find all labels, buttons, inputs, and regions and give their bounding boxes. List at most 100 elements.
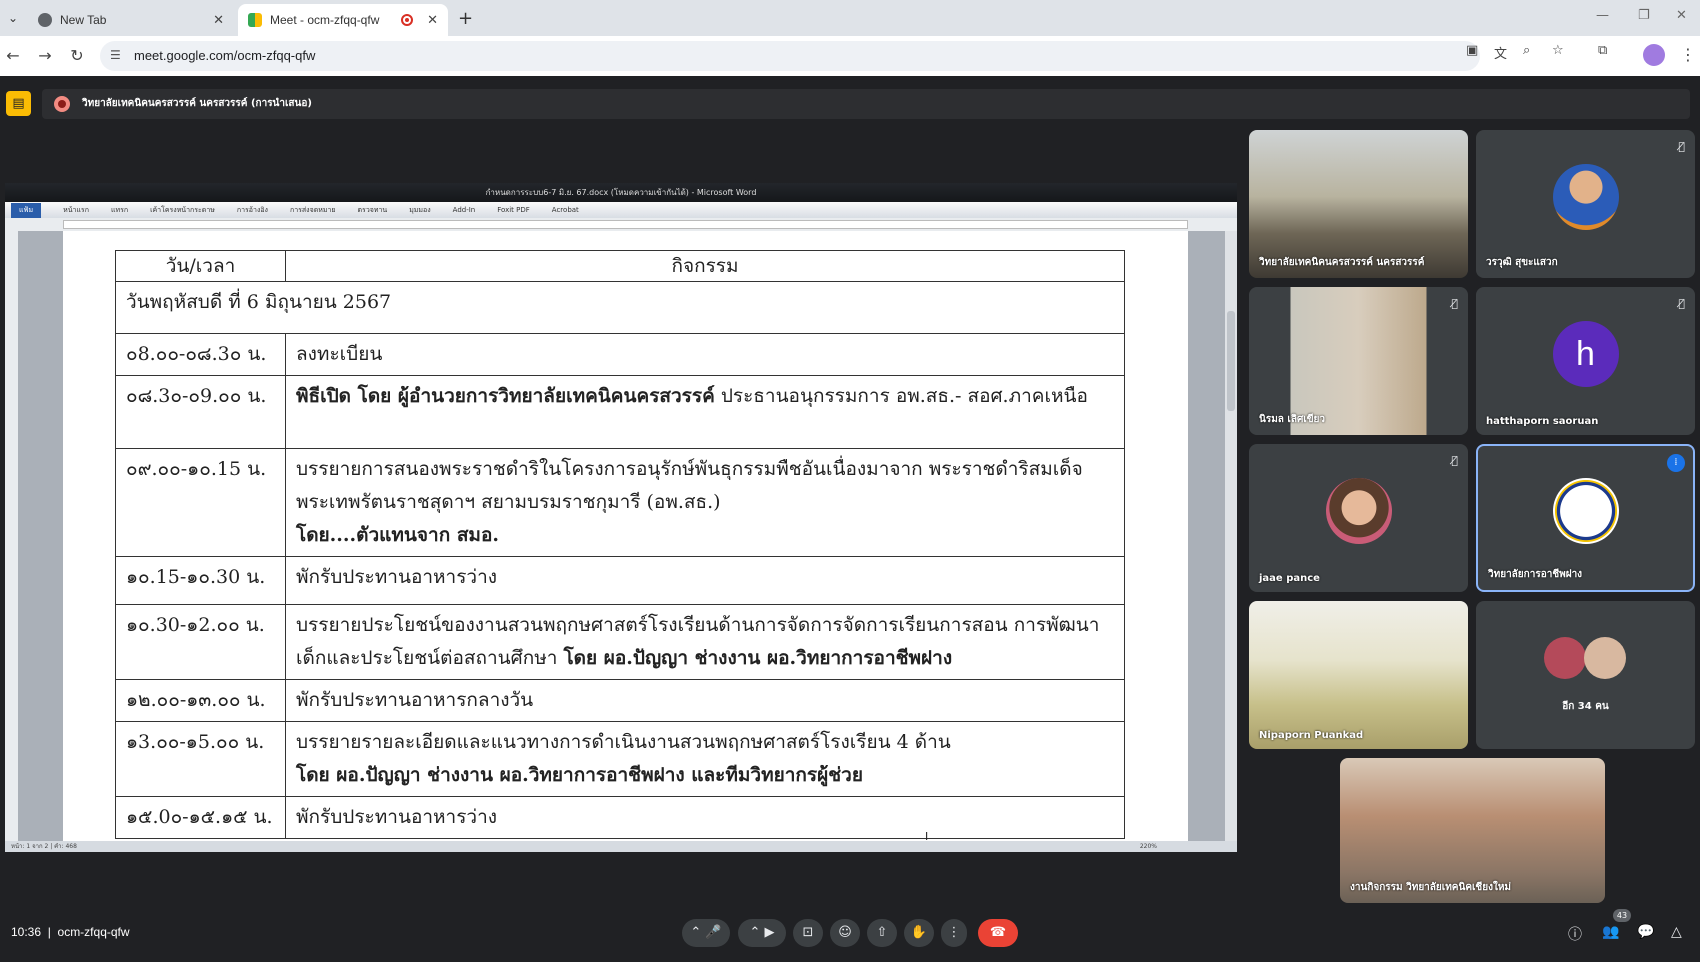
participant-avatar [1544, 637, 1586, 679]
word-zoom: 220% [1139, 843, 1157, 850]
tab-new-tab[interactable]: New Tab ✕ [28, 4, 234, 36]
people-icon[interactable]: 👥 [1602, 924, 1619, 940]
time-cell: ๐8.๐๐-๐๘.3๐ น. [115, 333, 286, 376]
translate-icon[interactable]: 文 [1494, 43, 1507, 62]
table-row: ๑๒.๐๐-๑๓.๐๐ น. พักรับประทานอาหารกลางวัน [115, 679, 1125, 722]
clock: 10:36 [11, 925, 42, 939]
reload-icon[interactable]: ↻ [66, 45, 88, 67]
url-text: meet.google.com/ocm-zfqq-qfw [134, 48, 316, 63]
activities-icon[interactable]: △ [1671, 924, 1682, 940]
word-ribbon: แฟ้ม หน้าแรก แทรก เค้าโครงหน้ากระดาษ การ… [5, 202, 1237, 218]
mic-button[interactable]: ⌃ 🎤 [682, 919, 730, 947]
participant-name: hatthaporn saoruan [1486, 416, 1599, 427]
captions-button[interactable]: ⊡ [793, 919, 823, 947]
presenter-avatar [54, 96, 70, 112]
time-cell: ๑3.๐๐-๑5.๐๐ น. [115, 721, 286, 797]
minimize-icon[interactable]: — [1596, 8, 1609, 23]
participant-tile-speaking[interactable]: ⁞ วิทยาลัยการอาชีพฝาง [1476, 444, 1695, 592]
ribbon-tab: Acrobat [551, 206, 579, 214]
self-view-tile[interactable]: งานกิจกรรม วิทยาลัยเทคนิคเชียงใหม่ [1340, 758, 1605, 903]
tab-meet[interactable]: Meet - ocm-zfqq-qfw ✕ [238, 4, 448, 36]
camera-permission-icon[interactable]: ▣ [1466, 43, 1478, 58]
table-row: ๑๐.15-๑๐.30 น. พักรับประทานอาหารว่าง [115, 556, 1125, 605]
chrome-icon [38, 13, 52, 27]
address-bar[interactable]: ☰ meet.google.com/ocm-zfqq-qfw [100, 41, 1480, 71]
word-title-bar: กำหนดการระบบ6-7 มิ.ย. 67.docx (โหมดความเ… [5, 183, 1237, 202]
end-call-button[interactable]: ☎ [978, 919, 1018, 947]
ribbon-tab: หน้าแรก [63, 205, 89, 214]
table-header-row: วัน/เวลา กิจกรรม [115, 250, 1125, 282]
camera-button[interactable]: ⌃ ▶ [738, 919, 786, 947]
header-activity: กิจกรรม [285, 250, 1125, 282]
table-row: ๑3.๐๐-๑5.๐๐ น. บรรยายรายละเอียดและแนวทาง… [115, 721, 1125, 797]
more-participants-tile[interactable]: อีก 34 คน [1476, 601, 1695, 749]
time-cell: ๑๐.15-๑๐.30 น. [115, 556, 286, 605]
participant-avatar [1552, 164, 1619, 230]
new-tab-button[interactable]: + [458, 8, 473, 29]
extensions-icon[interactable]: ⧉ [1598, 43, 1607, 58]
close-icon[interactable]: ✕ [427, 12, 438, 28]
time-cell: ๐๙.๐๐-๑๐.15 น. [115, 448, 286, 557]
emoji-button[interactable]: ☺ [830, 919, 860, 947]
time-cell: ๐๘.3๐-๐9.๐๐ น. [115, 375, 286, 449]
ribbon-tab: มุมมอง [409, 205, 431, 214]
time-cell: ๑๐.30-๑2.๐๐ น. [115, 604, 286, 680]
table-row: ๑๕.0๐-๑๕.๑๕ น. พักรับประทานอาหารว่าง [115, 796, 1125, 839]
table-row: วันพฤหัสบดี ที่ 6 มิถุนายน 2567 [115, 281, 1125, 334]
presentation-label: วิทยาลัยเทคนิคนครสวรรค์ นครสวรรค์ (การนำ… [82, 98, 312, 109]
participant-tile[interactable]: 🎙̸ วรวุฒิ สุขะแสวก [1476, 130, 1695, 278]
time-cell: ๑๒.๐๐-๑๓.๐๐ น. [115, 679, 286, 722]
bookmark-star-icon[interactable]: ☆ [1552, 43, 1564, 58]
activity-cell: บรรยายประโยชน์ของงานสวนพฤกษศาสตร์โรงเรีย… [285, 604, 1125, 680]
window-close-icon[interactable]: ✕ [1676, 8, 1687, 23]
participant-name: วิทยาลัยเทคนิคนครสวรรค์ นครสวรรค์ [1259, 257, 1425, 268]
participant-initial-avatar: h [1552, 321, 1619, 387]
word-status-text: หน้า: 1 จาก 2 | คำ: 468 [11, 843, 77, 850]
present-button[interactable]: ⇧ [867, 919, 897, 947]
chat-icon[interactable]: 💬 [1637, 924, 1654, 940]
meeting-details-icon[interactable]: ⓘ [1568, 924, 1582, 944]
horizontal-ruler [5, 218, 1237, 231]
browser-menu-icon[interactable]: ⋮ [1680, 45, 1696, 64]
time-cell: ๑๕.0๐-๑๕.๑๕ น. [115, 796, 286, 839]
close-icon[interactable]: ✕ [213, 12, 224, 28]
speaking-indicator-icon: ⁞ [1667, 454, 1685, 472]
activity-cell: พักรับประทานอาหารว่าง [285, 796, 1125, 839]
tab-search-icon[interactable]: ⌄ [2, 6, 24, 30]
participant-tile[interactable]: 🎙̸ jaae pance [1249, 444, 1468, 592]
participant-avatar [1325, 478, 1392, 544]
ribbon-tab: ตรวจทาน [357, 205, 388, 214]
zoom-icon[interactable]: ⌕ [1523, 43, 1530, 58]
participant-tile[interactable]: วิทยาลัยเทคนิคนครสวรรค์ นครสวรรค์ [1249, 130, 1468, 278]
site-info-icon[interactable]: ☰ [110, 48, 121, 62]
mic-off-icon: 🎙̸ [1451, 454, 1458, 467]
restore-icon[interactable]: ❐ [1638, 8, 1650, 23]
browser-toolbar: ← → ↻ ☰ meet.google.com/ocm-zfqq-qfw ▣ 文… [0, 36, 1700, 76]
activity-cell: พักรับประทานอาหารว่าง [285, 556, 1125, 605]
document-page: วัน/เวลา กิจกรรม วันพฤหัสบดี ที่ 6 มิถุน… [63, 231, 1188, 841]
day-heading: วันพฤหัสบดี ที่ 6 มิถุนายน 2567 [115, 281, 1125, 334]
ribbon-tab: การส่งจดหมาย [289, 205, 336, 214]
shared-screen: กำหนดการระบบ6-7 มิ.ย. 67.docx (โหมดความเ… [5, 183, 1237, 852]
forward-icon[interactable]: → [34, 45, 56, 67]
raise-hand-button[interactable]: ✋ [904, 919, 934, 947]
profile-avatar[interactable] [1643, 44, 1665, 66]
text-cursor-icon: I [925, 830, 929, 843]
table-row: ๑๐.30-๑2.๐๐ น. บรรยายประโยชน์ของงานสวนพฤ… [115, 604, 1125, 680]
participant-tile[interactable]: Nipaporn Puankad [1249, 601, 1468, 749]
participant-tile[interactable]: 🎙̸ นิรมล เลิศเขียว [1249, 287, 1468, 435]
participant-count-badge: 43 [1613, 909, 1631, 922]
recording-icon [401, 14, 414, 26]
table-row: ๐๘.3๐-๐9.๐๐ น. พิธีเปิด โดย ผู้อำนวยการว… [115, 375, 1125, 449]
back-icon[interactable]: ← [2, 45, 24, 67]
activity-cell: พักรับประทานอาหารกลางวัน [285, 679, 1125, 722]
mic-off-icon: 🎙̸ [1678, 140, 1685, 153]
vertical-ruler [5, 231, 18, 841]
participant-name: jaae pance [1259, 573, 1320, 584]
activity-cell: บรรยายการสนองพระราชดำริในโครงการอนุรักษ์… [285, 448, 1125, 557]
ribbon-tab: Add-In [452, 206, 476, 214]
more-options-button[interactable]: ⋮ [941, 919, 967, 947]
presentation-banner: วิทยาลัยเทคนิคนครสวรรค์ นครสวรรค์ (การนำ… [42, 89, 1690, 119]
browser-tabstrip: ⌄ New Tab ✕ Meet - ocm-zfqq-qfw ✕ + — ❐ … [0, 0, 1700, 36]
participant-tile[interactable]: 🎙̸ h hatthaporn saoruan [1476, 287, 1695, 435]
